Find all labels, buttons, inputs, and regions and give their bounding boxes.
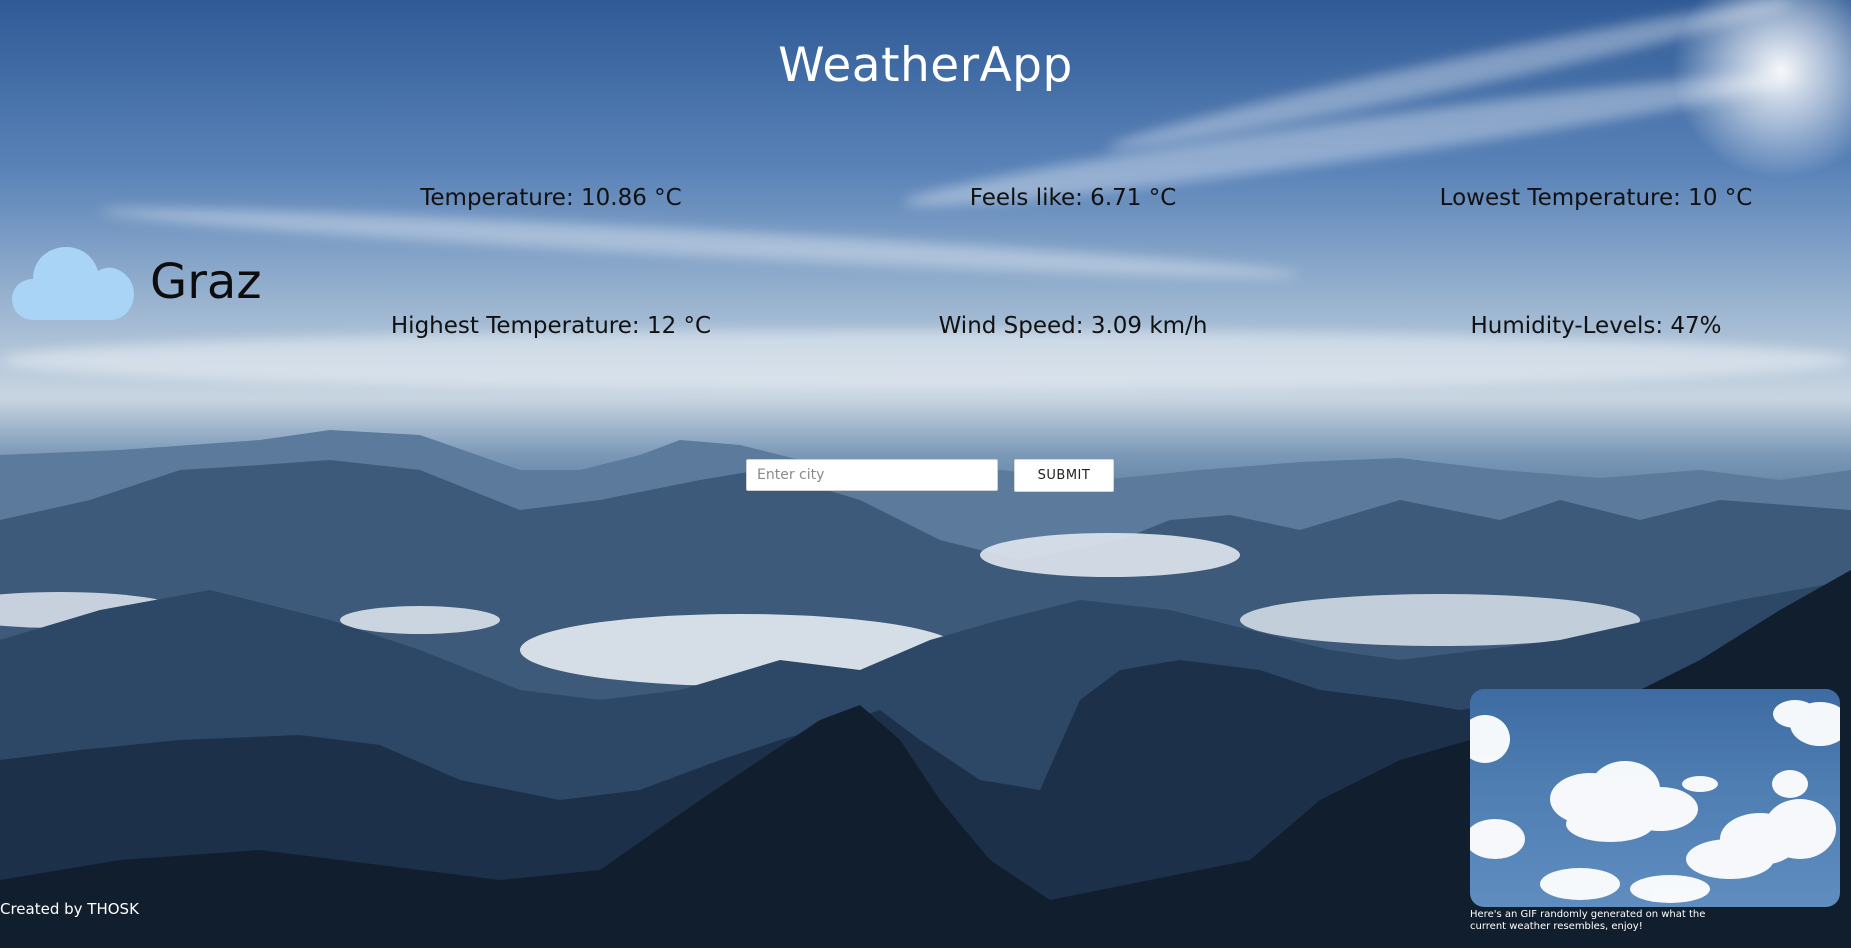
- city-input[interactable]: [746, 459, 998, 491]
- gif-clouds-image: [1470, 700, 1840, 903]
- app-title: WeatherApp: [778, 38, 1073, 93]
- weather-page: WeatherApp Temperature: 10.86 °C Feels l…: [0, 0, 1851, 948]
- highest-temperature-stat: Highest Temperature: 12 °C: [390, 313, 712, 339]
- humidity-stat: Humidity-Levels: 47%: [1470, 313, 1722, 339]
- weather-gif: [1470, 689, 1840, 907]
- cloud-icon: [12, 247, 134, 320]
- gif-caption: Here's an GIF randomly generated on what…: [1470, 909, 1706, 932]
- wind-speed-stat: Wind Speed: 3.09 km/h: [938, 313, 1208, 339]
- city-name: Graz: [150, 254, 262, 310]
- submit-button[interactable]: SUBMIT: [1014, 459, 1114, 492]
- temperature-stat: Temperature: 10.86 °C: [420, 185, 682, 211]
- footer-credit: Created by THOSK: [0, 900, 139, 918]
- city-search-form: SUBMIT: [746, 459, 1114, 492]
- lowest-temperature-stat: Lowest Temperature: 10 °C: [1439, 185, 1753, 211]
- feels-like-stat: Feels like: 6.71 °C: [969, 185, 1177, 211]
